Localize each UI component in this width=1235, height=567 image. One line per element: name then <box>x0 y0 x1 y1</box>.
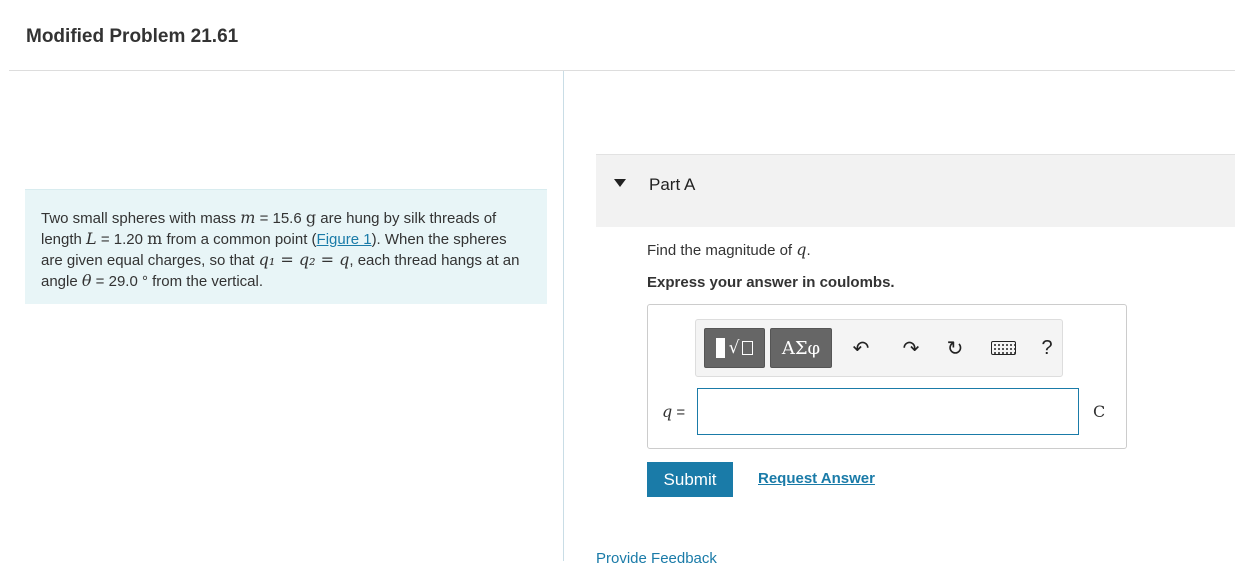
answer-panel: √ ΑΣφ ↶ ↷ ↻ ? q = C <box>647 304 1127 449</box>
keyboard-button[interactable] <box>988 334 1018 362</box>
problem-text: = 1.20 <box>96 231 148 248</box>
part-a-header[interactable]: Part A <box>596 154 1235 227</box>
templates-icon <box>715 338 725 358</box>
undo-icon[interactable]: ↶ <box>848 334 874 362</box>
help-icon[interactable]: ? <box>1036 334 1058 362</box>
math-toolbar: √ ΑΣφ ↶ ↷ ↻ ? <box>695 319 1063 377</box>
problem-text: Two small spheres with mass <box>41 210 241 227</box>
redo-icon[interactable]: ↷ <box>898 334 924 362</box>
charge-equation: q₁ = q₂ = q <box>258 250 350 269</box>
question-suffix: . <box>806 242 811 259</box>
problem-statement: Two small spheres with mass m = 15.6 g a… <box>25 189 547 304</box>
reset-icon[interactable]: ↻ <box>941 334 969 362</box>
length-symbol: L <box>86 229 97 248</box>
page-title: Modified Problem 21.61 <box>26 26 239 47</box>
question-text: Find the magnitude of q. <box>647 240 811 259</box>
length-unit: m <box>147 229 163 248</box>
request-answer-link[interactable]: Request Answer <box>758 470 875 487</box>
templates-button[interactable]: √ <box>704 328 765 368</box>
answer-variable: q <box>662 402 673 421</box>
breadcrumb[interactable] <box>26 0 176 2</box>
keyboard-icon <box>990 341 1016 355</box>
answer-input[interactable] <box>697 388 1079 435</box>
answer-instruction: Express your answer in coulombs. <box>647 274 895 291</box>
mass-symbol: m <box>240 208 256 227</box>
radical-icon: √ <box>728 338 740 358</box>
question-prefix: Find the magnitude of <box>647 242 797 259</box>
equals-sign: = <box>672 404 686 421</box>
question-variable: q <box>796 240 807 259</box>
mass-unit: g <box>305 208 317 227</box>
figure-link[interactable]: Figure 1 <box>317 231 372 248</box>
provide-feedback-link[interactable]: Provide Feedback <box>596 550 717 567</box>
greek-symbols-button[interactable]: ΑΣφ <box>770 328 832 368</box>
answer-unit: C <box>1093 402 1106 421</box>
answer-variable-label: q = <box>662 402 685 421</box>
submit-button[interactable]: Submit <box>647 462 733 497</box>
header-divider <box>9 70 1235 71</box>
part-label: Part A <box>649 175 696 194</box>
column-divider <box>563 71 564 561</box>
angle-symbol: θ <box>81 271 92 290</box>
problem-text: from a common point ( <box>162 231 317 248</box>
problem-text: = 15.6 <box>255 210 306 227</box>
collapse-caret-icon[interactable] <box>614 179 626 187</box>
box-icon <box>742 341 754 355</box>
problem-text: = 29.0 ° from the vertical. <box>91 273 264 290</box>
